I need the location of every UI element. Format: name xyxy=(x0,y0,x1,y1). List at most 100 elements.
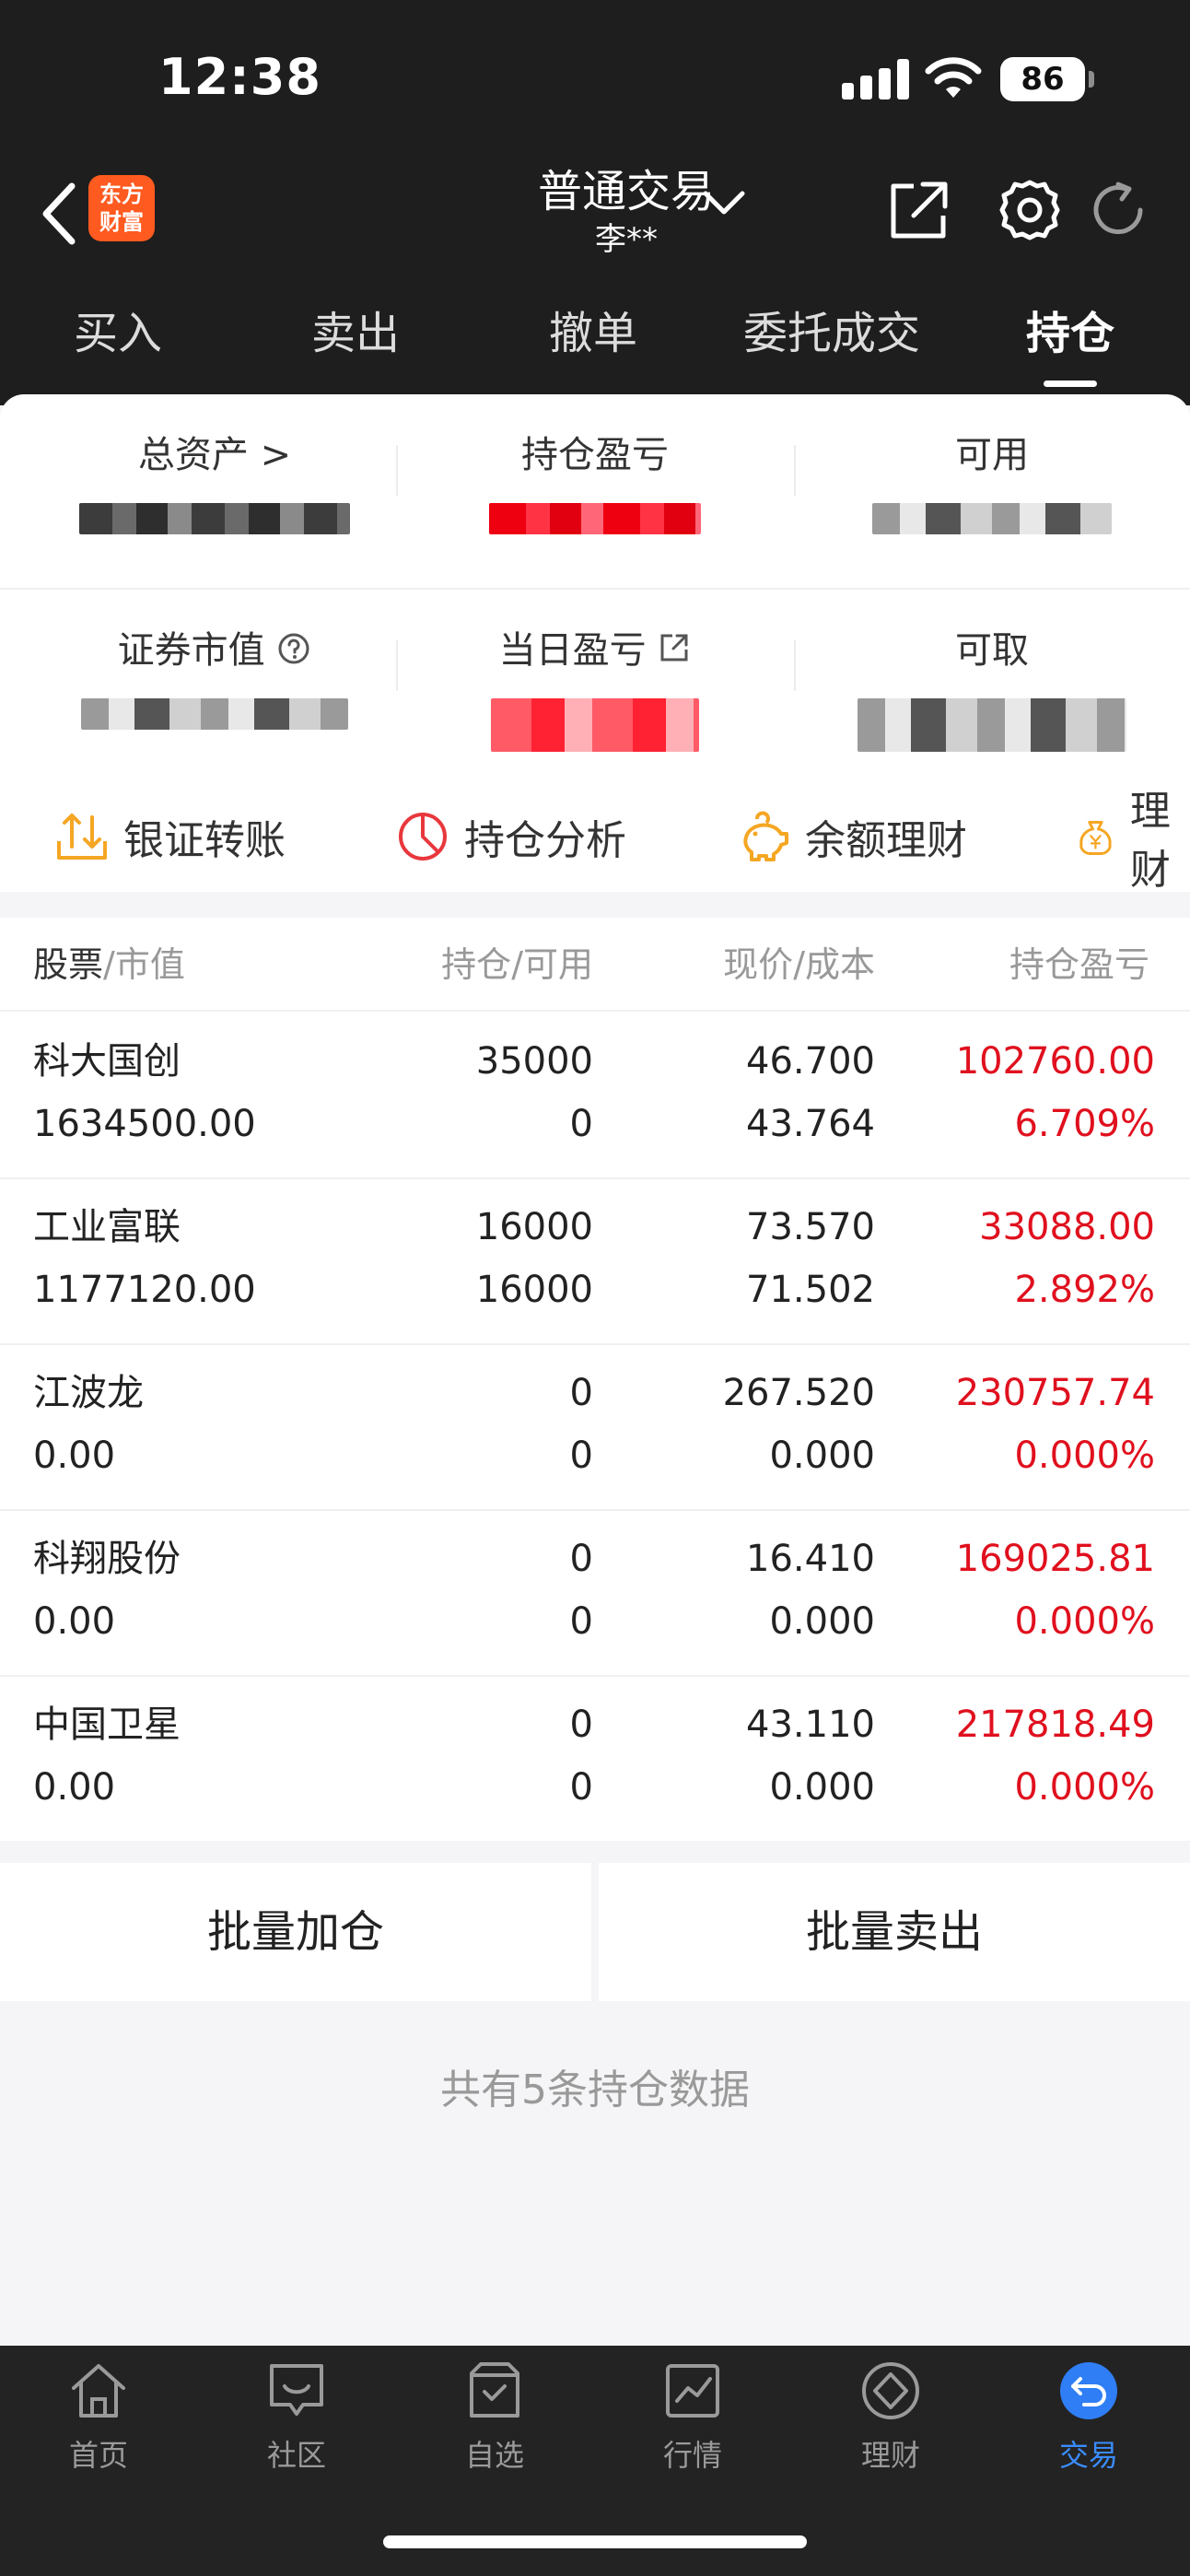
current-price: 16.410 xyxy=(746,1538,875,1580)
chevron-down-icon[interactable] xyxy=(700,184,748,221)
position-pl: 持仓盈亏 xyxy=(397,394,793,588)
quick-balance-wealth[interactable]: 余额理财 xyxy=(737,790,967,883)
market-value: 证券市值 xyxy=(17,590,413,783)
market-value: 0.00 xyxy=(33,1434,116,1477)
tab-cancel-order[interactable]: 撤单 xyxy=(519,295,667,387)
position-qty: 0 xyxy=(569,1704,593,1746)
refresh-icon[interactable] xyxy=(1085,177,1151,243)
bottom-tab-label: 理财 xyxy=(860,2438,920,2473)
total-assets[interactable]: 总资产 > xyxy=(17,394,413,588)
header-price: 现价/成本 xyxy=(723,918,875,1012)
gear-icon[interactable] xyxy=(997,177,1063,243)
home-icon xyxy=(72,2364,125,2418)
current-price: 267.520 xyxy=(722,1372,875,1414)
holdings-table: 股票/市值 持仓/可用 现价/成本 持仓盈亏 科大国创 1634500.00 3… xyxy=(0,918,1190,1841)
tab-buy[interactable]: 买入 xyxy=(44,295,192,387)
external-link-icon[interactable] xyxy=(658,631,691,664)
table-row[interactable]: 科大国创 1634500.00 35000 0 46.700 43.764 10… xyxy=(0,1013,1190,1179)
cost-price: 0.000 xyxy=(769,1600,875,1643)
header-price-main: 现价 xyxy=(723,944,794,985)
cost-price: 43.764 xyxy=(746,1103,875,1145)
available-qty: 0 xyxy=(569,1600,593,1643)
diamond-icon xyxy=(862,2362,919,2419)
bottom-tab-watchlist[interactable]: 自选 xyxy=(421,2359,568,2497)
market-value: 1634500.00 xyxy=(33,1103,256,1145)
table-row[interactable]: 中国卫星 0.00 0 0 43.110 0.000 217818.49 0.0… xyxy=(0,1677,1190,1843)
logo-line-2: 财富 xyxy=(99,209,144,235)
asset-summary-card: 总资产 > 持仓盈亏 可用 证券市值 当日盈亏 可取 银证转账 持仓分析 余额理… xyxy=(0,394,1190,894)
position-pl-value-masked xyxy=(489,503,701,534)
bottom-tab-community[interactable]: 社区 xyxy=(223,2359,370,2497)
trade-icon xyxy=(1060,2362,1117,2419)
account-name: 李** xyxy=(595,221,658,258)
share-icon[interactable] xyxy=(886,177,952,243)
header-position-sub: /可用 xyxy=(511,944,593,985)
bottom-tab-home[interactable]: 首页 xyxy=(25,2359,172,2497)
holdings-count-note: 共有5条持仓数据 xyxy=(440,2067,750,2113)
total-assets-value-masked xyxy=(79,503,350,534)
profit-loss: 33088.00 xyxy=(979,1206,1155,1248)
position-qty: 16000 xyxy=(475,1206,593,1248)
market-value: 1177120.00 xyxy=(33,1269,256,1311)
bottom-tab-market[interactable]: 行情 xyxy=(619,2359,766,2497)
profit-loss: 230757.74 xyxy=(955,1372,1155,1414)
batch-sell-button[interactable]: 批量卖出 xyxy=(599,1863,1190,2001)
available-qty: 0 xyxy=(569,1434,593,1477)
daily-pl-label-wrap: 当日盈亏 xyxy=(397,623,793,678)
stock-name: 中国卫星 xyxy=(33,1704,181,1746)
quick-position-analysis[interactable]: 持仓分析 xyxy=(396,790,626,883)
current-price: 73.570 xyxy=(746,1206,875,1248)
bottom-tab-trade[interactable]: 交易 xyxy=(1015,2359,1162,2497)
stock-name: 江波龙 xyxy=(33,1372,144,1414)
pie-chart-icon xyxy=(399,813,447,861)
status-time: 12:38 xyxy=(158,48,321,106)
batch-actions: 批量加仓 批量卖出 xyxy=(0,1863,1190,2001)
home-indicator xyxy=(383,2535,807,2548)
daily-pl[interactable]: 当日盈亏 xyxy=(397,590,793,783)
wifi-icon xyxy=(925,57,982,98)
quick-wealth-label: 理财 xyxy=(1129,788,1171,894)
bottom-tab-wealth[interactable]: 理财 xyxy=(817,2359,964,2497)
header-pl: 持仓盈亏 xyxy=(1009,918,1190,1012)
tab-orders-deals[interactable]: 委托成交 xyxy=(728,295,936,387)
stock-name: 科大国创 xyxy=(33,1040,181,1083)
trade-tabs: 买入 卖出 撤单 委托成交 持仓 xyxy=(0,295,1190,387)
header-position: 持仓/可用 xyxy=(441,918,593,1012)
transfer-icon xyxy=(57,814,107,860)
chat-icon xyxy=(270,2364,323,2416)
cost-price: 0.000 xyxy=(769,1434,875,1477)
header: 12:38 86 东方 财富 普通交易 李** 买入 卖出 撤单 委托成交 持仓 xyxy=(0,0,1190,405)
header-pl-main: 持仓盈亏 xyxy=(1009,944,1150,985)
tab-positions[interactable]: 持仓 xyxy=(997,295,1144,387)
header-stock-main: 股票 xyxy=(33,944,104,985)
quick-position-analysis-label: 持仓分析 xyxy=(464,817,626,864)
cost-price: 71.502 xyxy=(746,1269,875,1311)
bottom-tab-label: 交易 xyxy=(1058,2438,1118,2473)
profit-loss-pct: 2.892% xyxy=(1014,1269,1155,1311)
tab-sell[interactable]: 卖出 xyxy=(282,295,429,387)
app-screen: 12:38 86 东方 财富 普通交易 李** 买入 卖出 撤单 委托成交 持仓… xyxy=(0,0,1190,2576)
help-icon[interactable] xyxy=(276,631,311,666)
summary-row-1: 总资产 > 持仓盈亏 可用 xyxy=(0,394,1190,588)
profit-loss-pct: 6.709% xyxy=(1014,1103,1155,1145)
table-row[interactable]: 工业富联 1177120.00 16000 16000 73.570 71.50… xyxy=(0,1179,1190,1345)
quick-bank-transfer[interactable]: 银证转账 xyxy=(55,790,286,883)
table-row[interactable]: 江波龙 0.00 0 0 267.520 0.000 230757.74 0.0… xyxy=(0,1345,1190,1511)
quick-wealth[interactable]: 理财 xyxy=(1076,788,1190,894)
market-value-label-wrap: 证券市值 xyxy=(17,623,413,678)
bottom-tab-label: 社区 xyxy=(266,2438,326,2473)
quick-balance-wealth-label: 余额理财 xyxy=(805,817,967,864)
back-icon[interactable] xyxy=(33,177,88,251)
profit-loss: 102760.00 xyxy=(955,1040,1155,1083)
money-bag-icon xyxy=(1079,820,1112,855)
daily-pl-value-masked xyxy=(491,698,699,752)
bottom-tab-label: 首页 xyxy=(68,2438,128,2473)
available-qty: 0 xyxy=(569,1766,593,1809)
withdrawable-funds: 可取 xyxy=(794,590,1190,783)
market-value: 0.00 xyxy=(33,1600,116,1643)
brand-logo: 东方 财富 xyxy=(88,175,155,241)
table-row[interactable]: 科翔股份 0.00 0 0 16.410 0.000 169025.81 0.0… xyxy=(0,1511,1190,1677)
nav-bar: 东方 财富 普通交易 李** xyxy=(0,157,1190,286)
profit-loss-pct: 0.000% xyxy=(1014,1434,1155,1477)
batch-add-button[interactable]: 批量加仓 xyxy=(0,1863,591,2001)
